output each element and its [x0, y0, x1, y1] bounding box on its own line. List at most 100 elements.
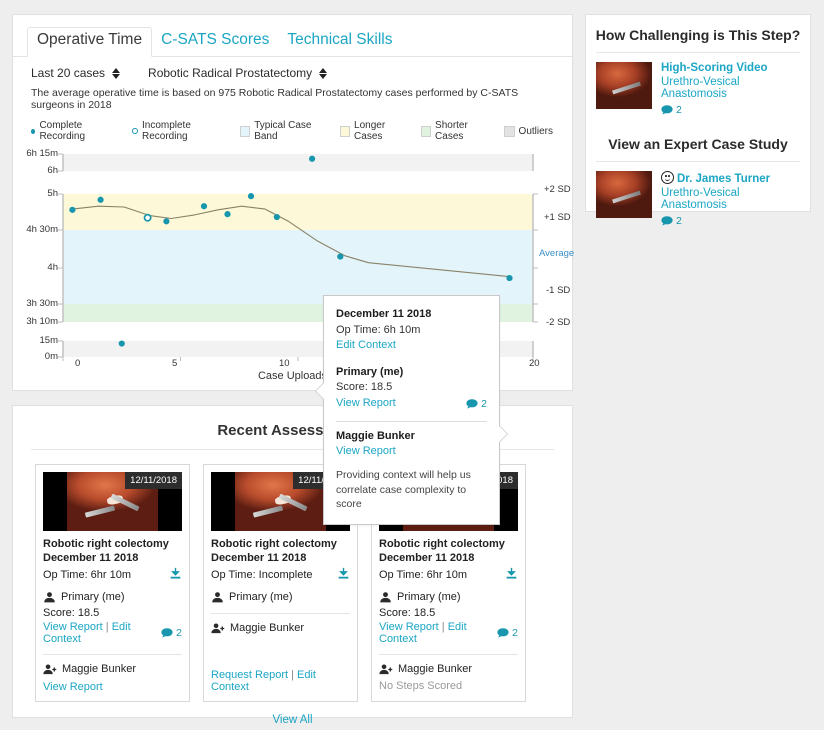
chart-subtitle: The average operative time is based on 9…	[13, 82, 572, 111]
secondary-user-row: Maggie Bunker	[43, 663, 182, 676]
swatch-icon	[340, 126, 350, 137]
operative-time-chart: 6h 15m 6h 5h 4h 30m 4h 3h 30m 3h 10m 15m…	[13, 146, 572, 378]
sidebar-item-body: Dr. James Turner Urethro-Vesical Anastom…	[661, 171, 800, 229]
primary-links-row: View Report | Edit Context 2	[379, 621, 518, 645]
case-title: Robotic right colectomy	[43, 537, 182, 551]
high-scoring-video-link[interactable]: High-Scoring Video	[661, 62, 800, 74]
score-value: Score: 18.5	[379, 607, 518, 619]
comment-bubble-icon	[466, 399, 478, 409]
legend-outliers: Outliers	[504, 126, 553, 137]
secondary-links-row: Request Report | Edit Context	[211, 669, 350, 693]
y2tick-plus1sd: +1 SD	[544, 212, 571, 223]
legend-label: Incomplete Recording	[142, 120, 228, 142]
ytick-6h15m: 6h 15m	[13, 148, 58, 159]
sidebar-heading-expert-case-study: View an Expert Case Study	[586, 122, 810, 161]
smiley-face-icon	[661, 171, 674, 184]
swatch-icon	[240, 126, 250, 137]
thumbnail-date-badge: 12/11/2018	[125, 472, 182, 489]
sidebar-item-expert-case-study[interactable]: Dr. James Turner Urethro-Vesical Anastom…	[586, 162, 810, 233]
legend-label: Outliers	[519, 126, 553, 137]
secondary-user-name: Maggie Bunker	[230, 622, 304, 634]
ytick-6h: 6h	[13, 165, 58, 176]
tooltip-comment-count[interactable]: 2	[466, 397, 487, 412]
tab-csats-scores[interactable]: C-SATS Scores	[152, 28, 278, 56]
comment-count[interactable]: 2	[497, 627, 518, 639]
expert-row: Dr. James Turner	[661, 171, 800, 185]
ytick-15m: 15m	[13, 335, 58, 346]
case-thumbnail[interactable]: 12/11/2018	[43, 472, 182, 531]
no-steps-scored-label: No Steps Scored	[379, 680, 518, 692]
instrument-icon	[253, 505, 284, 517]
tooltip-primary-score: Score: 18.5	[336, 380, 487, 396]
case-date: December 11 2018	[211, 551, 350, 565]
case-date: December 11 2018	[43, 551, 182, 565]
comment-count-value: 2	[481, 397, 487, 412]
legend-label: Shorter Cases	[435, 120, 492, 142]
download-icon[interactable]	[169, 567, 182, 583]
surgical-video-frame	[596, 62, 652, 109]
comment-count-value: 2	[676, 104, 682, 116]
comment-bubble-icon	[161, 628, 173, 638]
case-range-select[interactable]: Last 20 cases	[31, 66, 120, 80]
comment-bubble-icon	[661, 105, 673, 115]
open-dot-icon	[132, 128, 138, 134]
chart-legend: Complete Recording Incomplete Recording …	[13, 111, 572, 142]
secondary-user-name: Maggie Bunker	[398, 663, 472, 675]
add-user-icon	[43, 663, 57, 676]
comment-count-value: 2	[176, 627, 182, 639]
comment-bubble-icon	[661, 216, 673, 226]
y2tick-average: Average	[539, 248, 574, 259]
legend-label: Complete Recording	[39, 120, 120, 142]
video-thumbnail[interactable]	[596, 171, 652, 218]
comment-count[interactable]: 2	[161, 627, 182, 639]
primary-role-label: Primary (me)	[229, 591, 293, 603]
sidebar-item-high-scoring-video[interactable]: High-Scoring Video Urethro-Vesical Anast…	[586, 53, 810, 122]
sidebar-heading-challenging: How Challenging is This Step?	[586, 15, 810, 52]
legend-label: Longer Cases	[354, 120, 409, 142]
legend-incomplete-recording: Incomplete Recording	[132, 120, 228, 142]
divider	[211, 613, 350, 614]
procedure-step-link[interactable]: Urethro-Vesical Anastomosis	[661, 187, 800, 211]
secondary-user-name: Maggie Bunker	[62, 663, 136, 675]
legend-label: Typical Case Band	[254, 120, 328, 142]
comment-count[interactable]: 2	[661, 104, 682, 116]
view-all-link[interactable]: View All	[13, 714, 572, 726]
secondary-user-row: Maggie Bunker	[211, 622, 350, 635]
tab-technical-skills[interactable]: Technical Skills	[278, 28, 401, 56]
download-icon[interactable]	[337, 567, 350, 583]
comment-count-value: 2	[512, 627, 518, 639]
tooltip-secondary-view-report-link[interactable]: View Report	[336, 444, 487, 460]
surgeon-icon	[379, 591, 392, 604]
swatch-icon	[504, 126, 515, 137]
view-report-link[interactable]: View Report	[43, 621, 103, 633]
comment-bubble-icon	[497, 628, 509, 638]
case-tooltip: December 11 2018 Op Time: 6h 10m Edit Co…	[323, 295, 500, 525]
view-report-link[interactable]: View Report	[379, 621, 439, 633]
tab-operative-time[interactable]: Operative Time	[27, 27, 152, 57]
xtick-0: 0	[75, 358, 80, 369]
download-icon[interactable]	[505, 567, 518, 583]
tooltip-primary-view-report-link[interactable]: View Report	[336, 396, 396, 412]
procedure-select[interactable]: Robotic Radical Prostatectomy	[148, 66, 327, 80]
tooltip-divider	[336, 421, 487, 422]
chevron-updown-icon	[319, 67, 327, 80]
case-date: December 11 2018	[379, 551, 518, 565]
op-time-row: Op Time: Incomplete	[211, 567, 350, 583]
comment-count[interactable]: 2	[661, 215, 682, 227]
tooltip-date: December 11 2018	[336, 307, 487, 323]
tooltip-edit-context-link[interactable]: Edit Context	[336, 338, 487, 354]
comment-count-value: 2	[676, 215, 682, 227]
secondary-view-report-link[interactable]: View Report	[43, 681, 103, 693]
legend-longer-cases: Longer Cases	[340, 120, 409, 142]
chevron-updown-icon	[112, 67, 120, 80]
procedure-step-link[interactable]: Urethro-Vesical Anastomosis	[661, 76, 800, 100]
primary-role-label: Primary (me)	[61, 591, 125, 603]
video-thumbnail[interactable]	[596, 62, 652, 109]
expert-name-link[interactable]: Dr. James Turner	[677, 173, 770, 185]
assessment-card[interactable]: 12/11/2018 Robotic right colectomy Decem…	[35, 464, 190, 702]
surgeon-icon	[211, 591, 224, 604]
request-report-link[interactable]: Request Report	[211, 669, 288, 681]
xtick-10: 10	[279, 358, 290, 369]
primary-role-row: Primary (me)	[43, 591, 182, 604]
filled-dot-icon	[31, 129, 35, 134]
